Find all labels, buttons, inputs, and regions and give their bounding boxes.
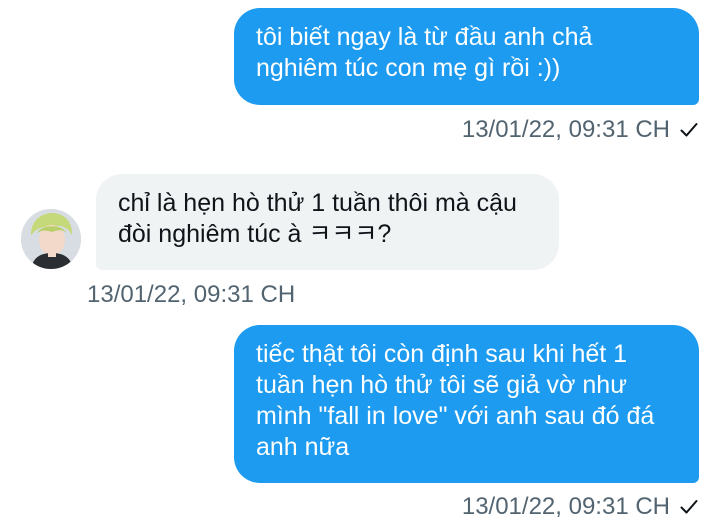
check-icon bbox=[680, 500, 698, 514]
check-icon bbox=[680, 123, 698, 137]
avatar[interactable] bbox=[21, 209, 81, 269]
message-timestamp: 13/01/22, 09:31 CH bbox=[87, 281, 296, 308]
avatar-image bbox=[21, 209, 81, 269]
message-meta: 13/01/22, 09:31 CH bbox=[462, 116, 698, 144]
message-meta: 13/01/22, 09:31 CH bbox=[87, 281, 295, 309]
message-timestamp: 13/01/22, 09:31 CH bbox=[461, 116, 670, 143]
message-bubble-sent[interactable]: tiếc thật tôi còn định sau khi hết 1 tuầ… bbox=[234, 325, 699, 483]
message-bubble-received[interactable]: chỉ là hẹn hò thử 1 tuần thôi mà cậu đòi… bbox=[96, 174, 559, 270]
message-timestamp: 13/01/22, 09:31 CH bbox=[461, 493, 670, 520]
message-bubble-sent[interactable]: tôi biết ngay là từ đầu anh chả nghiêm t… bbox=[234, 8, 699, 105]
message-meta: 13/01/22, 09:31 CH bbox=[462, 493, 698, 521]
